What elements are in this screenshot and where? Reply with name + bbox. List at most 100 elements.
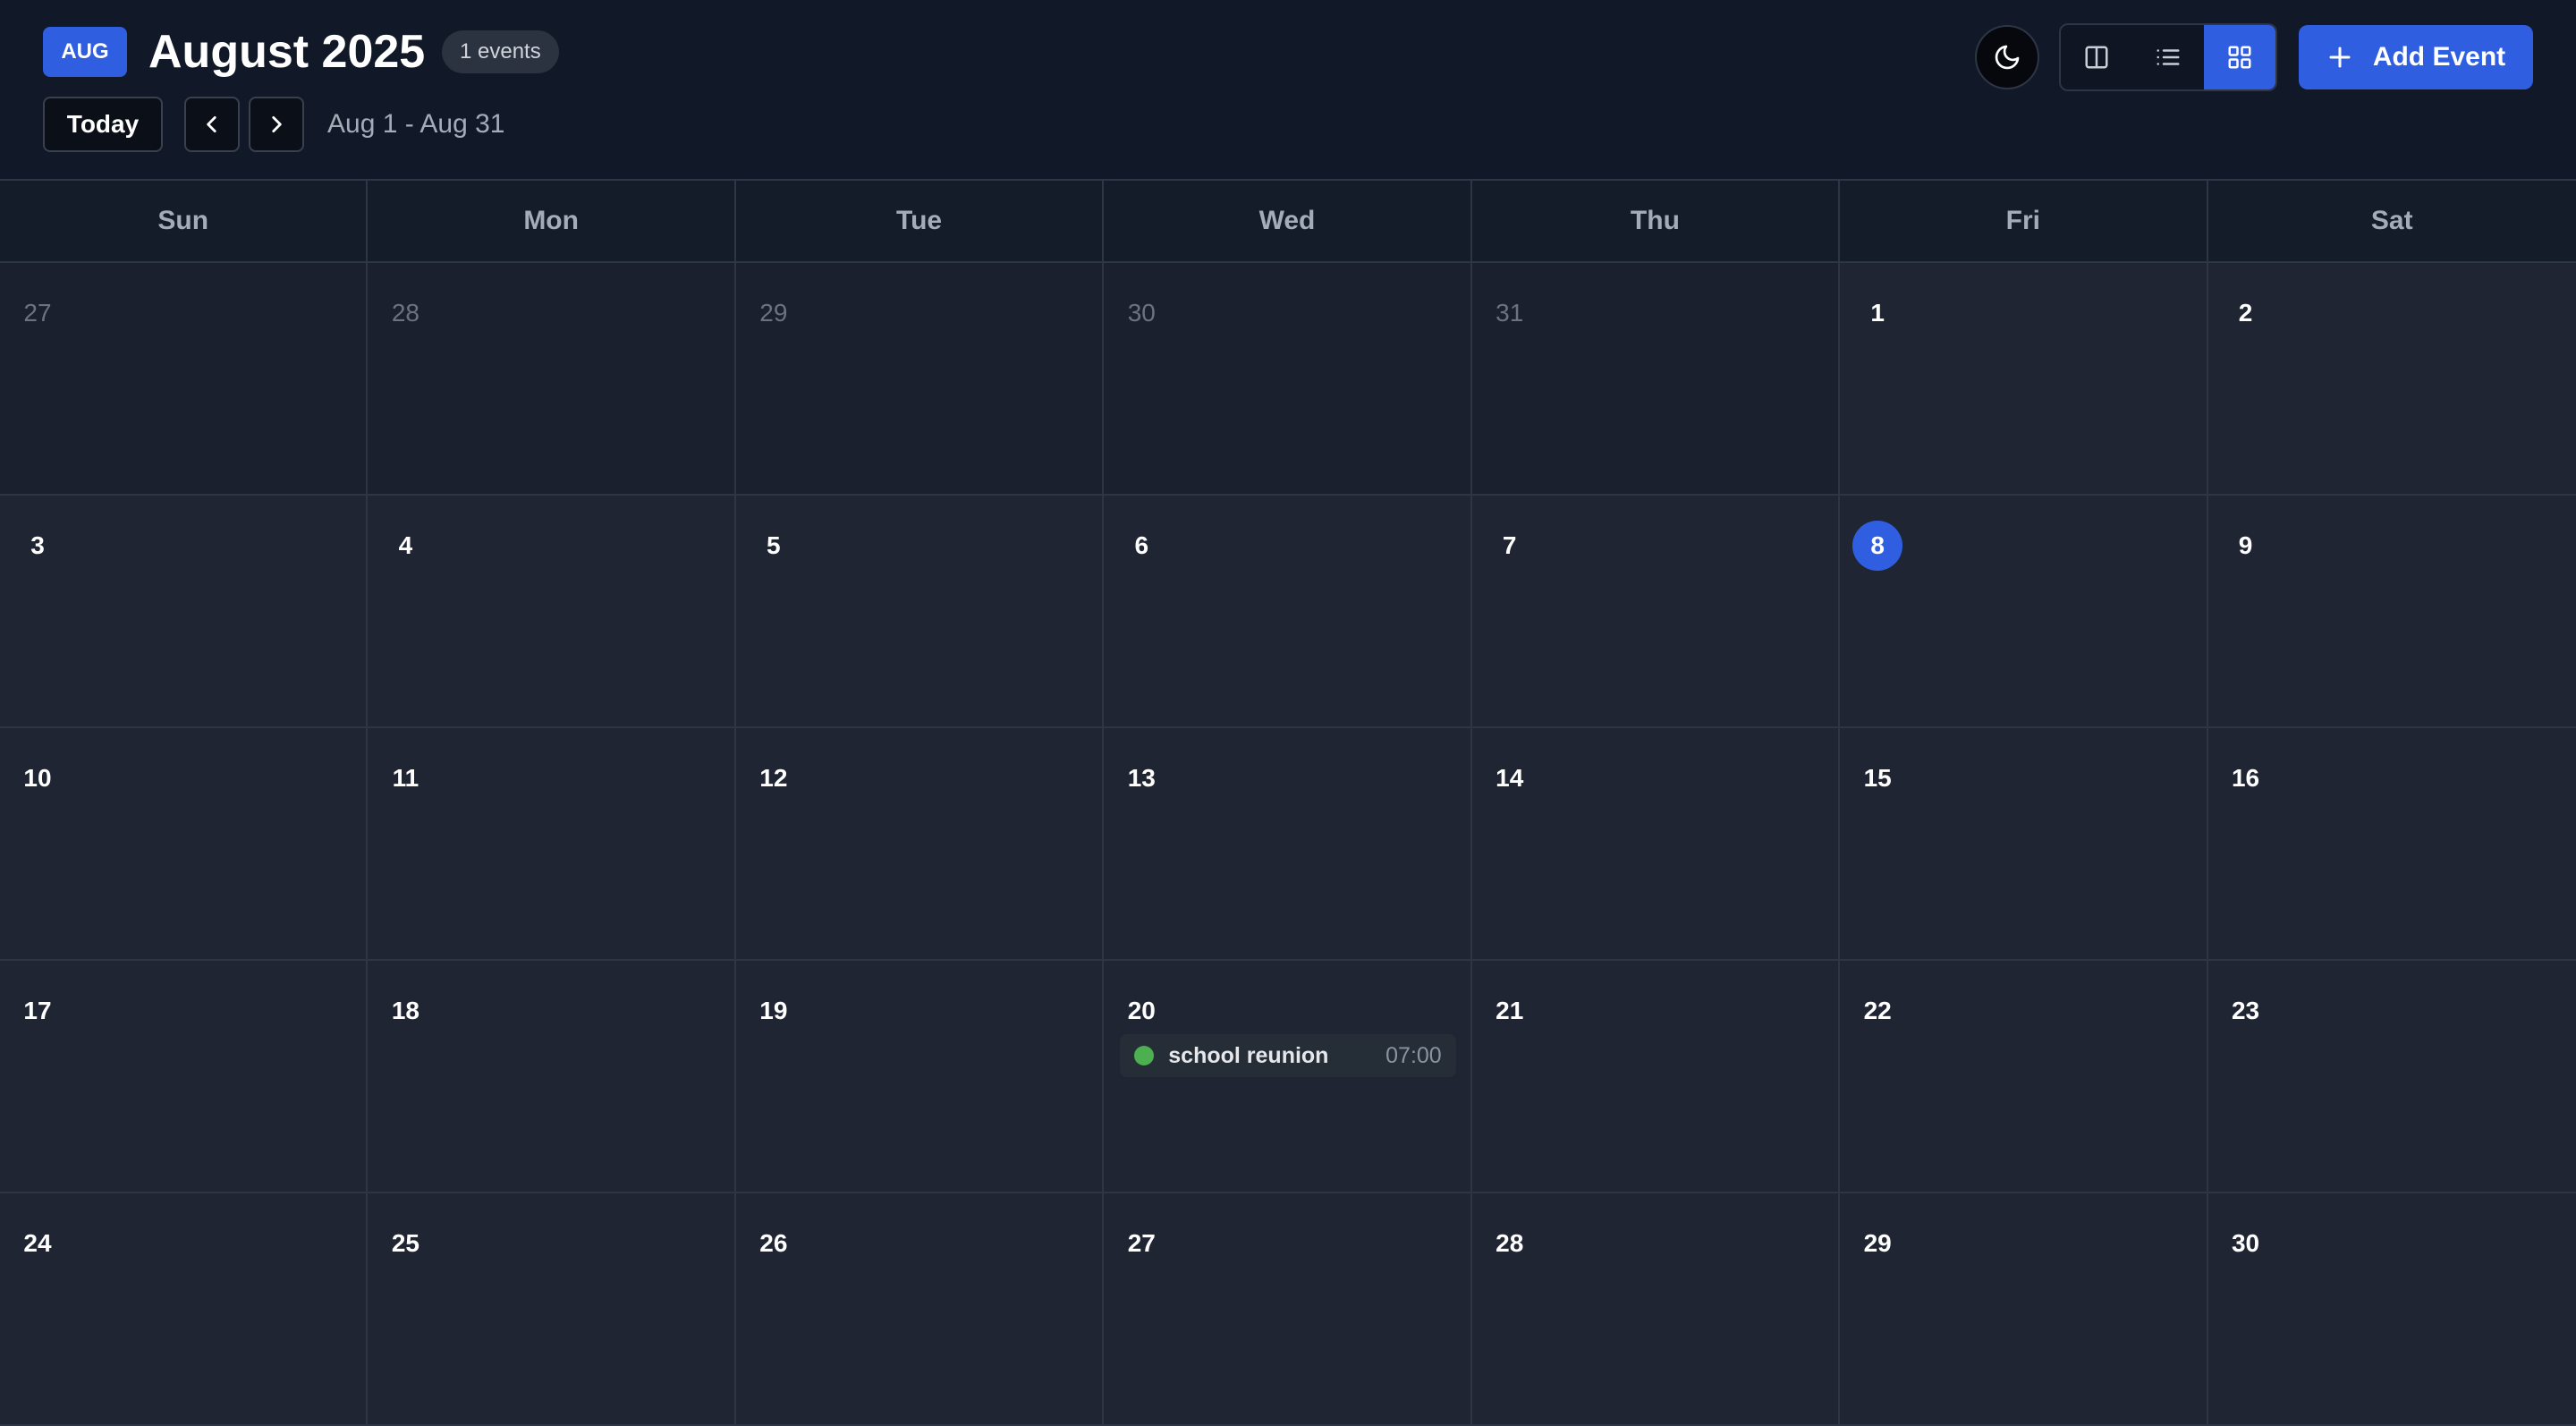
day-cell[interactable]: 16 xyxy=(2207,728,2576,961)
theme-toggle-button[interactable] xyxy=(1975,25,2039,89)
day-cell[interactable]: 3 xyxy=(0,496,369,728)
day-cell[interactable]: 27 xyxy=(0,263,369,496)
day-cell[interactable]: 12 xyxy=(735,728,1105,961)
day-cell[interactable]: 13 xyxy=(1104,728,1472,961)
previous-month-button[interactable] xyxy=(184,97,240,152)
day-cell[interactable]: 29 xyxy=(1840,1193,2208,1426)
weekday-label: Thu xyxy=(1472,181,1841,261)
day-number: 29 xyxy=(1863,1229,1892,1257)
day-cell[interactable]: 20 school reunion 07:00 xyxy=(1104,961,1472,1193)
day-cell[interactable]: 7 xyxy=(1471,496,1841,728)
month-badge: AUG xyxy=(43,27,127,77)
date-range-text: Aug 1 - Aug 31 xyxy=(327,109,505,139)
day-number: 13 xyxy=(1127,764,1156,792)
day-cell[interactable]: 6 xyxy=(1104,496,1472,728)
list-icon xyxy=(2157,49,2180,65)
calendar-header: AUG August 2025 1 events Today Aug 1 - A… xyxy=(0,0,2576,181)
day-cell-today[interactable]: 8 xyxy=(1840,496,2208,728)
day-cell[interactable]: 11 xyxy=(368,728,736,961)
day-number: 30 xyxy=(2231,1229,2260,1257)
split-view-button[interactable] xyxy=(2061,25,2132,89)
day-cell[interactable]: 28 xyxy=(1471,1193,1841,1426)
day-number: 19 xyxy=(759,997,788,1024)
day-number: 27 xyxy=(1127,1229,1156,1257)
day-cell[interactable]: 26 xyxy=(735,1193,1105,1426)
day-cell[interactable]: 30 xyxy=(2207,1193,2576,1426)
day-cell[interactable]: 17 xyxy=(0,961,369,1193)
event-time: 07:00 xyxy=(1385,1042,1442,1068)
weekday-label: Wed xyxy=(1104,181,1472,261)
day-number: 21 xyxy=(1496,997,1524,1024)
day-number: 16 xyxy=(2231,764,2260,792)
day-number: 20 xyxy=(1127,997,1156,1024)
day-number: 28 xyxy=(391,299,419,327)
events-count-badge: 1 events xyxy=(442,30,559,73)
columns-icon xyxy=(2085,46,2108,69)
weekday-header-row: Sun Mon Tue Wed Thu Fri Sat xyxy=(0,181,2576,263)
day-cell[interactable]: 23 xyxy=(2207,961,2576,1193)
day-number: 29 xyxy=(759,299,788,327)
day-number: 12 xyxy=(759,764,788,792)
day-cell[interactable]: 30 xyxy=(1104,263,1472,496)
day-cell[interactable]: 4 xyxy=(368,496,736,728)
day-cell[interactable]: 18 xyxy=(368,961,736,1193)
day-cell[interactable]: 2 xyxy=(2207,263,2576,496)
day-cell[interactable]: 14 xyxy=(1471,728,1841,961)
day-cell[interactable]: 10 xyxy=(0,728,369,961)
grid-icon xyxy=(2228,46,2251,69)
day-number: 11 xyxy=(392,764,419,792)
day-cell[interactable]: 25 xyxy=(368,1193,736,1426)
day-cell[interactable]: 27 xyxy=(1104,1193,1472,1426)
day-number: 30 xyxy=(1127,299,1156,327)
next-month-button[interactable] xyxy=(249,97,304,152)
day-number: 27 xyxy=(23,299,52,327)
day-number: 6 xyxy=(1134,531,1149,559)
list-view-button[interactable] xyxy=(2132,25,2204,89)
grid-view-button[interactable] xyxy=(2204,25,2275,89)
chevron-right-icon xyxy=(272,116,282,132)
day-number: 18 xyxy=(391,997,419,1024)
day-cell[interactable]: 31 xyxy=(1471,263,1841,496)
day-cell[interactable]: 9 xyxy=(2207,496,2576,728)
day-cell[interactable]: 5 xyxy=(735,496,1105,728)
day-number: 15 xyxy=(1863,764,1892,792)
view-switcher xyxy=(2059,23,2277,91)
day-number: 10 xyxy=(23,764,52,792)
day-cell[interactable]: 28 xyxy=(368,263,736,496)
weekday-label: Fri xyxy=(1840,181,2208,261)
add-event-button[interactable]: Add Event xyxy=(2299,25,2533,89)
day-number: 23 xyxy=(2231,997,2260,1024)
day-cell[interactable]: 21 xyxy=(1471,961,1841,1193)
day-number: 14 xyxy=(1496,764,1524,792)
add-event-label: Add Event xyxy=(2372,42,2506,72)
chevron-left-icon xyxy=(207,116,216,132)
day-number: 7 xyxy=(1502,531,1517,559)
day-cell[interactable]: 29 xyxy=(735,263,1105,496)
day-cell[interactable]: 1 xyxy=(1840,263,2208,496)
day-number: 3 xyxy=(30,531,45,559)
day-number: 4 xyxy=(398,531,413,559)
day-number: 1 xyxy=(1870,299,1885,327)
day-number: 17 xyxy=(23,997,52,1024)
today-button[interactable]: Today xyxy=(43,97,163,152)
month-grid: 27 28 29 30 31 1 2 3 4 5 6 7 8 9 10 11 12 13 14 15 16 17 18 19 2… xyxy=(0,263,2576,1426)
day-number: 31 xyxy=(1496,299,1524,327)
weekday-label: Mon xyxy=(368,181,736,261)
event-item[interactable]: school reunion 07:00 xyxy=(1120,1034,1456,1077)
day-number: 24 xyxy=(23,1229,52,1257)
day-number: 26 xyxy=(759,1229,788,1257)
day-number: 25 xyxy=(391,1229,419,1257)
weekday-label: Tue xyxy=(736,181,1105,261)
day-cell[interactable]: 24 xyxy=(0,1193,369,1426)
day-cell[interactable]: 22 xyxy=(1840,961,2208,1193)
day-number: 22 xyxy=(1863,997,1892,1024)
page-title: August 2025 xyxy=(148,26,426,78)
moon-icon xyxy=(1995,45,2020,70)
day-cell[interactable]: 19 xyxy=(735,961,1105,1193)
day-cell[interactable]: 15 xyxy=(1840,728,2208,961)
weekday-label: Sun xyxy=(0,181,369,261)
event-color-dot xyxy=(1134,1046,1155,1065)
day-number: 28 xyxy=(1496,1229,1524,1257)
weekday-label: Sat xyxy=(2370,206,2413,235)
day-number: 8 xyxy=(1852,521,1903,571)
